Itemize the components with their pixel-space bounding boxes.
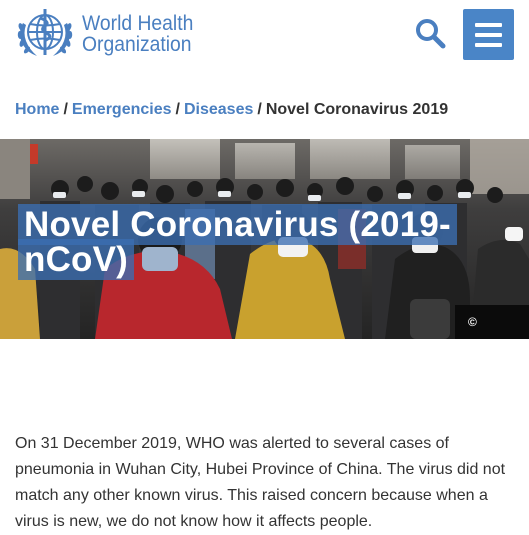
page-title: Novel Coronavirus (2019-nCoV) [18, 204, 458, 280]
search-icon [416, 19, 446, 49]
breadcrumb-current: Novel Coronavirus 2019 [265, 101, 449, 118]
logo-wordmark: World Health Organization [82, 13, 193, 55]
hamburger-menu-bar [475, 43, 502, 47]
breadcrumb-separator: / [63, 101, 68, 118]
hamburger-menu-icon [475, 23, 502, 27]
breadcrumb-diseases[interactable]: Diseases [184, 101, 253, 118]
breadcrumb-separator: / [175, 101, 180, 118]
logo-line2: Organization [82, 33, 192, 56]
who-logo[interactable]: World Health Organization [14, 3, 203, 65]
search-button[interactable] [414, 17, 448, 51]
menu-button[interactable] [463, 9, 514, 60]
hero-banner: Novel Coronavirus (2019-nCoV) © [0, 139, 529, 339]
breadcrumb: Home / Emergencies / Diseases / Novel Coronavi… [15, 101, 448, 119]
copyright-button[interactable]: © [455, 305, 529, 339]
breadcrumb-home[interactable]: Home [15, 101, 59, 118]
intro-paragraph: On 31 December 2019, WHO was alerted to … [15, 435, 506, 530]
breadcrumb-emergencies[interactable]: Emergencies [72, 101, 172, 118]
breadcrumb-separator: / [257, 101, 262, 118]
site-header: World Health Organization [0, 0, 529, 70]
who-emblem-icon [17, 9, 73, 56]
page-title-text: Novel Coronavirus (2019-nCoV) [18, 204, 457, 280]
logo-line1: World Health [82, 12, 194, 35]
hamburger-menu-bar [475, 33, 502, 37]
